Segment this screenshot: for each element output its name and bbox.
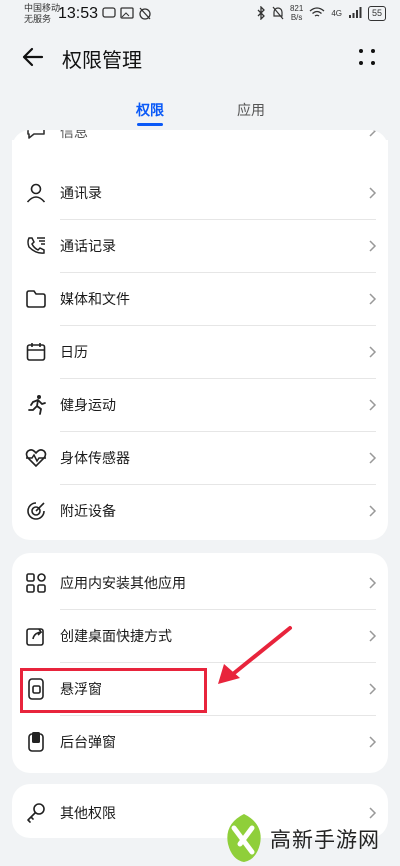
chevron-right-icon bbox=[369, 345, 377, 358]
list-item-label: 后台弹窗 bbox=[60, 733, 116, 750]
bluetooth-icon bbox=[257, 6, 265, 20]
nearby-devices-icon bbox=[27, 501, 45, 520]
permission-group-1: 通讯录 通话记录 媒体和文件 日历 健身运动 身体传感器 附近设备 bbox=[12, 140, 388, 540]
list-item-label: 应用内安装其他应用 bbox=[60, 574, 186, 591]
folder-icon bbox=[26, 289, 46, 308]
chevron-right-icon bbox=[369, 629, 377, 642]
install-apps-icon bbox=[26, 572, 46, 593]
list-item-calendar[interactable]: 日历 bbox=[12, 325, 388, 378]
watermark: 高新手游网 bbox=[214, 810, 400, 866]
app-bar: 权限管理 bbox=[0, 34, 400, 80]
list-item-contacts[interactable]: 通讯录 bbox=[12, 166, 388, 219]
calendar-icon bbox=[26, 342, 46, 361]
active-tab-indicator bbox=[137, 123, 163, 126]
shortcut-icon bbox=[26, 627, 44, 646]
alarm-off-icon bbox=[139, 7, 151, 20]
list-item-label: 身体传感器 bbox=[60, 449, 130, 466]
chevron-right-icon bbox=[369, 130, 377, 137]
net-speed: 821 B/s bbox=[289, 4, 304, 22]
wifi-icon bbox=[309, 7, 325, 17]
status-time: 13:53 bbox=[58, 5, 99, 22]
chevron-right-icon bbox=[369, 398, 377, 411]
background-popup-icon bbox=[28, 731, 44, 752]
permission-group-2: 应用内安装其他应用 创建桌面快捷方式 悬浮窗 后台弹窗 bbox=[12, 553, 388, 773]
watermark-logo-icon bbox=[227, 814, 261, 862]
list-item-background-popup[interactable]: 后台弹窗 bbox=[12, 715, 388, 768]
highlight-box bbox=[20, 668, 207, 713]
more-options-icon[interactable] bbox=[356, 46, 378, 68]
running-icon bbox=[28, 394, 46, 415]
list-item-label: 日历 bbox=[60, 343, 88, 360]
image-icon bbox=[120, 7, 134, 19]
tab-apps[interactable]: 应用 bbox=[237, 100, 265, 120]
list-item-label: 健身运动 bbox=[60, 396, 116, 413]
battery-indicator: 55 bbox=[367, 5, 386, 21]
list-item-create-shortcut[interactable]: 创建桌面快捷方式 bbox=[12, 609, 388, 662]
list-item-body-sensors[interactable]: 身体传感器 bbox=[12, 431, 388, 484]
list-item-fitness[interactable]: 健身运动 bbox=[12, 378, 388, 431]
call-log-icon bbox=[27, 236, 45, 254]
list-item-nearby-devices[interactable]: 附近设备 bbox=[12, 484, 388, 537]
signal-type: 4G bbox=[331, 8, 342, 18]
chevron-right-icon bbox=[369, 186, 377, 199]
chevron-right-icon bbox=[369, 292, 377, 305]
chevron-right-icon bbox=[369, 735, 377, 748]
chevron-right-icon bbox=[369, 504, 377, 517]
page-title: 权限管理 bbox=[62, 50, 142, 72]
back-arrow-icon[interactable] bbox=[18, 42, 48, 72]
bell-off-icon bbox=[272, 6, 284, 20]
contacts-icon bbox=[26, 183, 46, 203]
tab-bar: 权限 应用 bbox=[0, 96, 400, 130]
annotation-arrow-icon bbox=[218, 626, 292, 684]
tab-permissions[interactable]: 权限 bbox=[136, 100, 164, 120]
list-item-label: 其他权限 bbox=[60, 804, 116, 821]
status-bar: 中国移动 无服务 13:53 821 B/s 4G 55 bbox=[0, 0, 400, 32]
message-icon bbox=[102, 7, 116, 18]
carrier-info: 中国移动 无服务 bbox=[24, 3, 61, 24]
list-item-media-files[interactable]: 媒体和文件 bbox=[12, 272, 388, 325]
list-item-call-log[interactable]: 通话记录 bbox=[12, 219, 388, 272]
list-item-label: 附近设备 bbox=[60, 502, 116, 519]
key-icon bbox=[27, 802, 45, 823]
list-item-label: 创建桌面快捷方式 bbox=[60, 627, 172, 644]
chevron-right-icon bbox=[369, 682, 377, 695]
watermark-text: 高新手游网 bbox=[270, 829, 380, 852]
heart-rate-icon bbox=[25, 448, 47, 467]
chevron-right-icon bbox=[369, 451, 377, 464]
list-item-label: 通讯录 bbox=[60, 184, 102, 201]
signal-icon bbox=[348, 7, 362, 18]
list-item-install-apps[interactable]: 应用内安装其他应用 bbox=[12, 556, 388, 609]
chevron-right-icon bbox=[369, 239, 377, 252]
list-item-label: 媒体和文件 bbox=[60, 290, 130, 307]
chevron-right-icon bbox=[369, 576, 377, 589]
list-item-label: 通话记录 bbox=[60, 237, 116, 254]
